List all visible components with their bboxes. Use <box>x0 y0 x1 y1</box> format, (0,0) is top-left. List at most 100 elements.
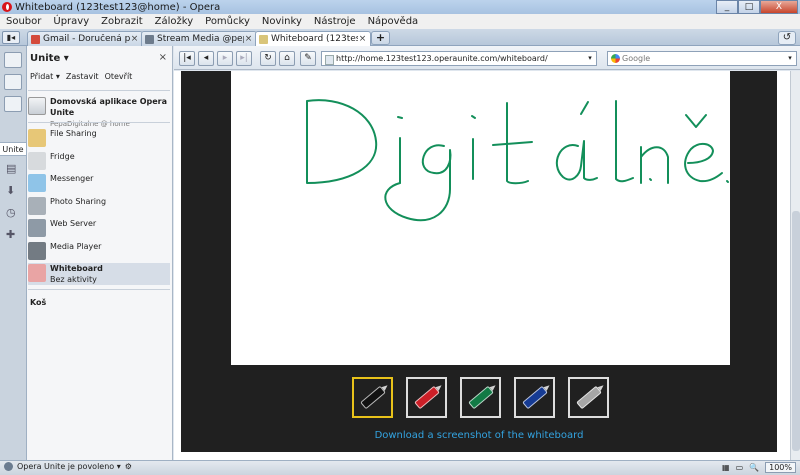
new-tab-button[interactable]: + <box>371 31 390 45</box>
vertical-scrollbar[interactable] <box>790 71 800 460</box>
status-bar: Opera Unite je povoleno ▾ ⚙ ▦ ▭ 🔍 100% <box>0 460 800 475</box>
opera-logo-icon <box>2 2 12 12</box>
page-content: Download a screenshot of the whiteboard <box>174 71 790 460</box>
add-panel-icon[interactable]: ✚ <box>6 228 15 241</box>
service-item-messenger[interactable]: Messenger <box>28 173 170 195</box>
mail-panel-icon[interactable] <box>4 96 22 112</box>
stroke-letter-t <box>492 102 533 185</box>
open-service-button[interactable]: Otevřít <box>105 72 133 81</box>
service-label: File Sharing <box>50 129 97 138</box>
palette-blue-marker[interactable] <box>514 377 555 418</box>
menu-tools[interactable]: Nástroje <box>314 16 356 27</box>
title-bar: Whiteboard (123test123@home) - Opera _ □… <box>0 0 800 14</box>
tab-close-icon[interactable]: × <box>130 34 139 44</box>
tab-close-icon[interactable]: × <box>244 34 253 44</box>
panel-toggle-button[interactable]: ▮◂ <box>2 31 20 44</box>
unite-globe-icon <box>4 462 13 471</box>
menu-edit[interactable]: Úpravy <box>53 16 89 27</box>
history-panel-icon[interactable]: ◷ <box>6 206 16 219</box>
palette-green-marker[interactable] <box>460 377 501 418</box>
downloads-panel-icon[interactable]: ⬇ <box>6 184 15 197</box>
search-dropdown-icon[interactable]: ▾ <box>785 52 795 65</box>
back-button[interactable]: ◂ <box>198 51 214 66</box>
scroll-thumb[interactable] <box>792 211 800 451</box>
menu-feeds[interactable]: Novinky <box>262 16 302 27</box>
reload-button[interactable]: ↻ <box>260 51 276 66</box>
folder-icon <box>28 129 46 147</box>
service-status: Bez aktivity <box>50 275 97 284</box>
page-style-icon[interactable]: ▭ <box>736 463 744 472</box>
home-application-item[interactable]: Domovská aplikace Opera Unite PepaDigital… <box>28 96 170 128</box>
menu-file[interactable]: Soubor <box>6 16 41 27</box>
bookmarks-panel-icon[interactable] <box>4 52 22 68</box>
window-title: Whiteboard (123test123@home) - Opera <box>15 1 221 13</box>
home-button[interactable]: ⌂ <box>279 51 295 66</box>
turbo-icon[interactable]: ⚙ <box>125 462 132 471</box>
window-controls: _ □ X <box>716 0 798 14</box>
marker-icon <box>521 385 548 410</box>
gmail-icon <box>31 34 40 44</box>
stroke-dot <box>649 178 729 183</box>
service-item-photo-sharing[interactable]: Photo Sharing <box>28 196 170 218</box>
tab-close-icon[interactable]: × <box>358 34 367 44</box>
server-icon <box>28 219 46 237</box>
stop-service-button[interactable]: Zastavit <box>66 72 99 81</box>
palette-black-marker[interactable] <box>352 377 393 418</box>
menu-view[interactable]: Zobrazit <box>101 16 143 27</box>
panel-actions: Přidat ▾ Zastavit Otevřít <box>30 72 132 81</box>
service-item-file-sharing[interactable]: File Sharing <box>28 128 170 150</box>
tab-stream-media[interactable]: Stream Media @pepad... × <box>141 31 257 46</box>
widgets-panel-icon[interactable] <box>4 74 22 90</box>
rewind-button[interactable]: |◂ <box>179 51 195 66</box>
tab-label: Stream Media @pepad... <box>157 34 244 44</box>
tab-gmail[interactable]: Gmail - Doručená pošt... × <box>27 31 143 46</box>
fast-forward-button[interactable]: ▸| <box>236 51 252 66</box>
notes-panel-icon[interactable]: ▤ <box>6 162 16 175</box>
stream-media-icon <box>145 34 154 44</box>
service-label: Photo Sharing <box>50 197 107 206</box>
chat-bubble-icon <box>28 174 46 192</box>
home-icon <box>28 97 46 115</box>
palette-eraser[interactable] <box>568 377 609 418</box>
wand-button[interactable]: ✎ <box>300 51 316 66</box>
stroke-letter-n <box>640 146 669 184</box>
stroke-letter-l <box>615 100 634 183</box>
close-window-button[interactable]: X <box>760 0 798 14</box>
whiteboard-canvas[interactable] <box>231 71 730 365</box>
trash-label[interactable]: Koš <box>30 298 46 307</box>
download-screenshot-link[interactable]: Download a screenshot of the whiteboard <box>181 430 777 441</box>
menu-widgets[interactable]: Pomůcky <box>205 16 250 27</box>
forward-button[interactable]: ▸ <box>217 51 233 66</box>
address-dropdown-icon[interactable]: ▾ <box>585 52 595 65</box>
palette-red-marker[interactable] <box>406 377 447 418</box>
address-field[interactable]: http://home.123test123.operaunite.com/wh… <box>321 51 597 66</box>
whiteboard-stage: Download a screenshot of the whiteboard <box>181 71 777 452</box>
service-label: Web Server <box>50 219 97 228</box>
unite-status-toggle[interactable]: Opera Unite je povoleno ▾ <box>17 462 121 471</box>
divider <box>28 289 170 290</box>
search-field[interactable]: Google ▾ <box>607 51 797 66</box>
tab-whiteboard[interactable]: Whiteboard (123test12... × <box>255 31 371 46</box>
service-item-fridge[interactable]: Fridge <box>28 151 170 173</box>
menu-help[interactable]: Nápověda <box>368 16 419 27</box>
view-mode-icon[interactable]: ▦ <box>722 463 730 472</box>
service-item-whiteboard[interactable]: Whiteboard Bez aktivity <box>28 263 170 285</box>
zoom-level[interactable]: 100% <box>765 462 796 473</box>
service-label: Messenger <box>50 174 94 183</box>
add-service-button[interactable]: Přidat ▾ <box>30 72 60 81</box>
menu-bookmarks[interactable]: Záložky <box>155 16 193 27</box>
fridge-icon <box>28 152 46 170</box>
panel-title[interactable]: Unite ▾ <box>30 53 69 64</box>
stroke-letter-i2 <box>471 115 476 180</box>
closed-tabs-icon[interactable]: ↺ <box>778 31 796 45</box>
panel-close-icon[interactable]: × <box>159 52 167 63</box>
maximize-button[interactable]: □ <box>738 0 760 14</box>
service-item-media-player[interactable]: Media Player <box>28 241 170 263</box>
unite-panel: Unite ▾ × Přidat ▾ Zastavit Otevřít Domo… <box>27 46 173 460</box>
unite-panel-tab[interactable]: Unite <box>0 142 27 156</box>
stroke-letter-a <box>556 140 598 181</box>
service-item-web-server[interactable]: Web Server <box>28 218 170 240</box>
minimize-button[interactable]: _ <box>716 0 738 14</box>
divider <box>28 122 170 123</box>
divider <box>28 90 170 91</box>
